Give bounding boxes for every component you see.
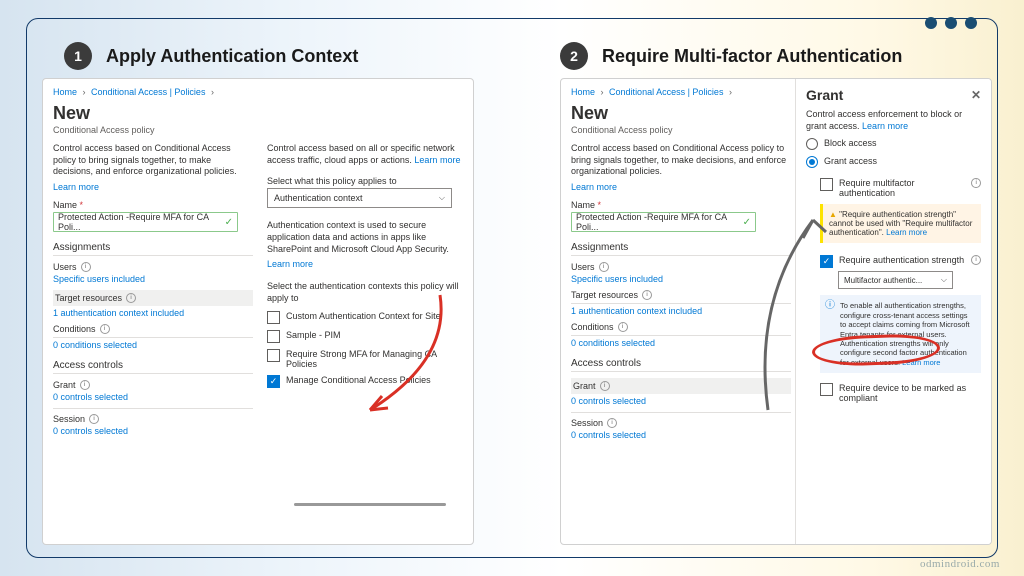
page-title: New — [53, 103, 463, 124]
info-icon: i — [126, 293, 136, 303]
desc-left: Control access based on Conditional Acce… — [53, 143, 253, 178]
step1-header: 1 Apply Authentication Context — [64, 42, 358, 70]
ctx-option-0[interactable]: Custom Authentication Context for Site — [267, 311, 467, 324]
info-icon: i — [971, 255, 981, 265]
session-row[interactable]: Sessioni — [571, 412, 791, 428]
info-icon: i — [971, 178, 981, 188]
info-icon: i — [618, 322, 628, 332]
close-icon[interactable]: ✕ — [971, 88, 981, 102]
controls-h: Access controls — [571, 358, 791, 372]
conditions-row[interactable]: Conditionsi — [571, 322, 791, 336]
crumb-home[interactable]: Home — [571, 87, 595, 97]
learn-more-link[interactable]: Learn more — [571, 182, 791, 192]
info-icon: ⓘ — [825, 300, 835, 313]
target-value[interactable]: 1 authentication context included — [571, 306, 791, 316]
auth-ctx-desc: Authentication context is used to secure… — [267, 220, 467, 255]
info-icon: i — [607, 418, 617, 428]
users-row[interactable]: Usersi — [53, 262, 253, 272]
step2-header: 2 Require Multi-factor Authentication — [560, 42, 902, 70]
select-ctx-label: Select the authentication contexts this … — [267, 281, 467, 304]
info-icon: i — [89, 414, 99, 424]
ctx-option-3[interactable]: ✓Manage Conditional Access Policies — [267, 375, 467, 388]
info-box: ⓘ To enable all authentication strengths… — [820, 295, 981, 373]
info-icon: i — [80, 380, 90, 390]
conditions-row[interactable]: Conditionsi — [53, 324, 253, 338]
step2-title: Require Multi-factor Authentication — [602, 46, 902, 67]
learn-more-link[interactable]: Learn more — [862, 121, 908, 131]
panel-auth-context: Home › Conditional Access | Policies › N… — [42, 78, 474, 545]
page-title: New — [571, 103, 791, 124]
learn-more-link[interactable]: Learn more — [53, 182, 253, 192]
crumb-ca[interactable]: Conditional Access | Policies — [91, 87, 205, 97]
info-icon: i — [100, 324, 110, 334]
policy-name-input[interactable]: Protected Action -Require MFA for CA Pol… — [571, 212, 756, 232]
name-label: Name * — [571, 200, 791, 210]
cb-require-strength[interactable]: ✓Require authentication strengthi — [820, 255, 981, 268]
assignments-h: Assignments — [571, 242, 791, 256]
target-row[interactable]: Target resourcesi — [571, 290, 791, 304]
session-value[interactable]: 0 controls selected — [53, 426, 253, 436]
learn-more-link[interactable]: Learn more — [267, 259, 467, 269]
cb-require-compliant[interactable]: Require device to be marked as compliant — [820, 383, 981, 403]
step1-title: Apply Authentication Context — [106, 46, 358, 67]
ctx-option-2[interactable]: Require Strong MFA for Managing CA Polic… — [267, 349, 467, 369]
check-icon: ✓ — [225, 217, 233, 228]
crumb-home[interactable]: Home — [53, 87, 77, 97]
grant-row[interactable]: Granti — [53, 380, 253, 390]
desc-right: Control access based on all or specific … — [267, 143, 467, 166]
annotation-underline — [294, 503, 446, 506]
radio-grant[interactable]: Grant access — [806, 156, 981, 168]
cb-require-mfa[interactable]: Require multifactor authenticationi — [820, 178, 981, 198]
radio-block[interactable]: Block access — [806, 138, 981, 150]
learn-more-link[interactable]: Learn more — [886, 228, 927, 237]
policy-applies-dropdown[interactable]: Authentication context⌵ — [267, 188, 452, 208]
grant-desc: Control access enforcement to block or g… — [806, 109, 981, 132]
users-value[interactable]: Specific users included — [53, 274, 253, 284]
users-value[interactable]: Specific users included — [571, 274, 791, 284]
policy-name-input[interactable]: Protected Action -Require MFA for CA Pol… — [53, 212, 238, 232]
step1-badge: 1 — [64, 42, 92, 70]
step2-badge: 2 — [560, 42, 588, 70]
watermark: odmindroid.com — [920, 558, 1000, 570]
ctx-option-1[interactable]: Sample - PIM — [267, 330, 467, 343]
info-icon: i — [600, 381, 610, 391]
crumb-ca[interactable]: Conditional Access | Policies — [609, 87, 723, 97]
chevron-down-icon: ⌵ — [439, 193, 445, 203]
warning-box: ▲ "Require authentication strength" cann… — [820, 204, 981, 243]
desc-left: Control access based on Conditional Acce… — [571, 143, 791, 178]
chevron-down-icon: ⌵ — [941, 275, 947, 285]
check-icon: ✓ — [743, 217, 751, 228]
breadcrumb[interactable]: Home › Conditional Access | Policies › — [53, 87, 463, 97]
target-row[interactable]: Target resourcesi — [53, 290, 253, 306]
conditions-value[interactable]: 0 conditions selected — [53, 340, 253, 350]
info-icon: i — [642, 290, 652, 300]
controls-h: Access controls — [53, 360, 253, 374]
name-label: Name * — [53, 200, 253, 210]
warning-icon: ▲ — [829, 210, 837, 219]
strength-dropdown[interactable]: Multifactor authentic...⌵ — [838, 271, 953, 289]
grant-title: Grant — [806, 87, 843, 103]
users-row[interactable]: Usersi — [571, 262, 791, 272]
info-icon: i — [81, 262, 91, 272]
grant-blade: Grant ✕ Control access enforcement to bl… — [795, 79, 991, 544]
learn-more-link[interactable]: Learn more — [902, 358, 940, 367]
select-applies-label: Select what this policy applies to — [267, 176, 467, 186]
page-subtitle: Conditional Access policy — [571, 125, 791, 135]
assignments-h: Assignments — [53, 242, 253, 256]
info-icon: i — [599, 262, 609, 272]
conditions-value[interactable]: 0 conditions selected — [571, 338, 791, 348]
grant-value[interactable]: 0 controls selected — [571, 396, 791, 406]
session-value[interactable]: 0 controls selected — [571, 430, 791, 440]
panel-mfa: Home › Conditional Access | Policies › N… — [560, 78, 992, 545]
grant-row[interactable]: Granti — [571, 378, 791, 394]
breadcrumb[interactable]: Home › Conditional Access | Policies › — [571, 87, 791, 97]
target-value[interactable]: 1 authentication context included — [53, 308, 253, 318]
session-row[interactable]: Sessioni — [53, 408, 253, 424]
grant-value[interactable]: 0 controls selected — [53, 392, 253, 402]
learn-more-link[interactable]: Learn more — [414, 155, 460, 165]
page-subtitle: Conditional Access policy — [53, 125, 463, 135]
